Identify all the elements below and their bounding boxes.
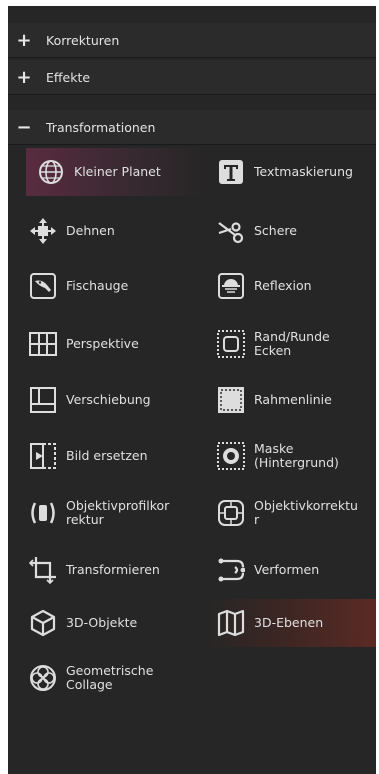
label-line-2: rektur: [66, 512, 104, 527]
tool-kleiner-planet[interactable]: Kleiner Planet: [26, 148, 204, 196]
map-folded-icon: [216, 608, 246, 638]
label-line-1: Objektivkorrektu: [254, 498, 358, 513]
label-line-2: r: [254, 512, 260, 527]
tool-perspektive[interactable]: Perspektive: [18, 320, 194, 368]
warp-icon: [216, 555, 246, 585]
section-effekte[interactable]: + Effekte: [8, 60, 376, 95]
geometric-pattern-icon: [28, 663, 58, 693]
tool-verschiebung[interactable]: Verschiebung: [18, 376, 194, 424]
tool-transformieren[interactable]: Transformieren: [18, 546, 194, 594]
tool-label: Perspektive: [66, 336, 139, 351]
label-line-2: Ecken: [254, 343, 292, 358]
tool-rahmenlinie[interactable]: Rahmenlinie: [206, 376, 379, 424]
replace-image-icon: [28, 441, 58, 471]
fish-icon: [28, 271, 58, 301]
tool-geometrische-collage[interactable]: Geometrische Collage: [18, 654, 194, 702]
tool-label: Dehnen: [66, 223, 115, 238]
section-label: Effekte: [46, 69, 91, 85]
tool-3d-ebenen[interactable]: 3D-Ebenen: [206, 599, 376, 647]
tool-rand-runde-ecken[interactable]: Rand/Runde Ecken: [206, 320, 379, 368]
section-label: Transformationen: [46, 119, 156, 135]
tool-label: 3D-Ebenen: [254, 615, 324, 630]
expand-icon: +: [16, 29, 32, 51]
label-line-1: Objektivprofilkor: [66, 498, 170, 513]
tool-fischauge[interactable]: Fischauge: [18, 262, 194, 310]
text-box-icon: [216, 157, 246, 187]
tool-3d-objekte[interactable]: 3D-Objekte: [18, 599, 194, 647]
tool-label: Rand/Runde Ecken: [254, 330, 330, 358]
tool-label: Transformieren: [66, 562, 160, 577]
scissors-icon: [216, 216, 246, 246]
tool-objektivprofilkorrektur[interactable]: Objektivprofilkor rektur: [18, 489, 194, 537]
rounded-border-icon: [216, 329, 246, 359]
tool-dehnen[interactable]: Dehnen: [18, 207, 194, 255]
frame-line-icon: [216, 385, 246, 415]
tool-label: Objektivprofilkor rektur: [66, 499, 169, 527]
tool-label: 3D-Objekte: [66, 615, 138, 630]
tool-maske-hintergrund[interactable]: Maske (Hintergrund): [206, 432, 379, 480]
tool-label: Verschiebung: [66, 392, 151, 407]
expand-icon: +: [16, 66, 32, 88]
tool-label: Rahmenlinie: [254, 392, 332, 407]
offset-grid-icon: [28, 385, 58, 415]
label-line-2: Collage: [66, 677, 113, 692]
move-arrows-icon: [28, 216, 58, 246]
mask-background-icon: [216, 441, 246, 471]
tool-label: Kleiner Planet: [74, 164, 161, 179]
tool-label: Fischauge: [66, 278, 129, 293]
tool-reflexion[interactable]: Reflexion: [206, 262, 379, 310]
tool-objektivkorrektur[interactable]: Objektivkorrektu r: [206, 489, 379, 537]
tool-textmaskierung[interactable]: Textmaskierung: [206, 148, 379, 196]
label-line-1: Rand/Runde: [254, 329, 330, 344]
transformations-panel: + Korrekturen + Effekte − Transformation…: [8, 6, 376, 774]
tool-label: Geometrische Collage: [66, 664, 153, 692]
tool-label: Textmaskierung: [254, 164, 353, 179]
collapse-icon: −: [16, 116, 32, 138]
lens-profile-icon: [28, 498, 58, 528]
reflection-icon: [216, 271, 246, 301]
tool-verformen[interactable]: Verformen: [206, 546, 379, 594]
tool-label: Verformen: [254, 562, 320, 577]
cube-icon: [28, 608, 58, 638]
perspective-grid-icon: [28, 329, 58, 359]
tool-label: Maske (Hintergrund): [254, 442, 339, 470]
tool-schere[interactable]: Schere: [206, 207, 379, 255]
globe-icon: [36, 157, 66, 187]
tool-label: Reflexion: [254, 278, 312, 293]
section-transformationen[interactable]: − Transformationen: [8, 110, 376, 145]
label-line-1: Maske: [254, 441, 294, 456]
tool-bild-ersetzen[interactable]: Bild ersetzen: [18, 432, 194, 480]
tool-label: Schere: [254, 223, 297, 238]
tool-label: Bild ersetzen: [66, 448, 148, 463]
tool-label: Objektivkorrektu r: [254, 499, 358, 527]
section-korrekturen[interactable]: + Korrekturen: [8, 23, 376, 58]
label-line-1: Geometrische: [66, 663, 154, 678]
lens-correction-icon: [216, 498, 246, 528]
section-label: Korrekturen: [46, 32, 120, 48]
crop-transform-icon: [28, 555, 58, 585]
label-line-2: (Hintergrund): [254, 455, 339, 470]
